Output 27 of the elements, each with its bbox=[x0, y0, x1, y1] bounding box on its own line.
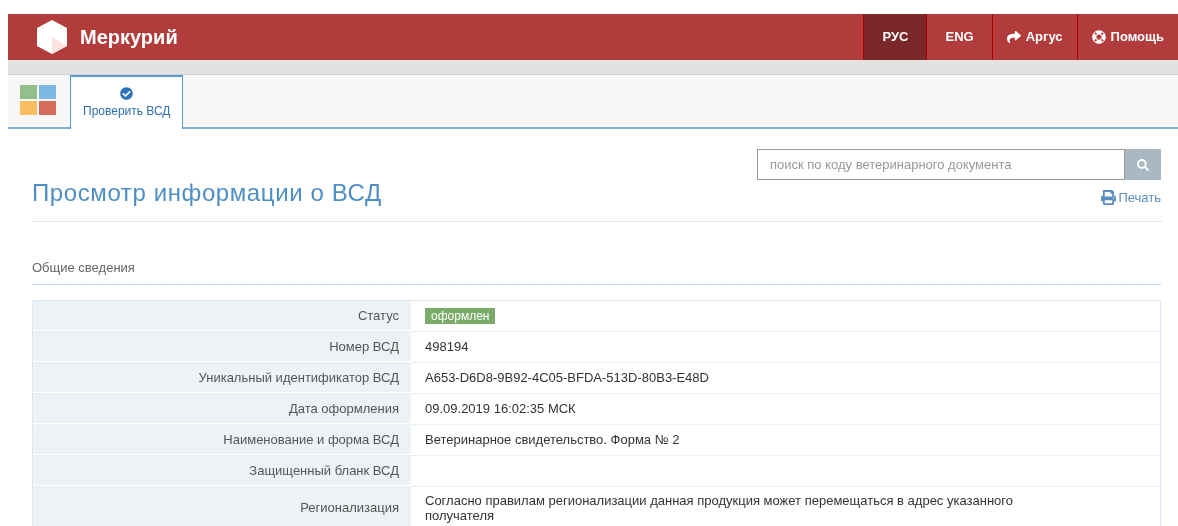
field-label: Регионализация bbox=[33, 486, 411, 526]
status-badge: оформлен bbox=[425, 307, 496, 324]
logo-icon bbox=[34, 19, 70, 55]
search-button[interactable] bbox=[1125, 149, 1161, 180]
tab[interactable]: Проверить ВСД bbox=[70, 75, 184, 129]
field-value: A653-D6D8-9B92-4C05-BFDA-513D-80B3-E48D bbox=[425, 370, 709, 385]
page-title: Просмотр информации о ВСД bbox=[32, 178, 382, 208]
field-label: Наименование и форма ВСД bbox=[33, 424, 411, 455]
field-value: 09.09.2019 16:02:35 МСК bbox=[425, 401, 576, 416]
field-value: Ветеринарное свидетельство. Форма № 2 bbox=[425, 432, 680, 447]
printer-icon bbox=[1100, 190, 1118, 206]
print-link[interactable]: Печать bbox=[1100, 188, 1161, 208]
field-label: Статус bbox=[33, 300, 411, 331]
field-value: Согласно правилам регионализации данная продукция может перемещаться в адрес указанного получателя bbox=[425, 492, 1014, 523]
field-label: Уникальный идентификатор ВСД bbox=[33, 362, 411, 393]
field-label: Защищенный бланк ВСД bbox=[33, 455, 411, 486]
share-arrow-icon bbox=[1006, 30, 1021, 44]
section-title: Общие сведения bbox=[32, 258, 1161, 285]
field-label: Номер ВСД bbox=[33, 331, 411, 362]
help-icon bbox=[1091, 30, 1106, 44]
field-value: 498194 bbox=[425, 339, 469, 354]
search-icon bbox=[1137, 158, 1149, 171]
language-tab[interactable]: РУС bbox=[863, 14, 927, 60]
apps-grid-icon[interactable] bbox=[20, 85, 56, 115]
check-icon bbox=[120, 86, 134, 100]
field-label: Дата оформления bbox=[33, 393, 411, 424]
app-name: Меркурий bbox=[80, 25, 178, 50]
